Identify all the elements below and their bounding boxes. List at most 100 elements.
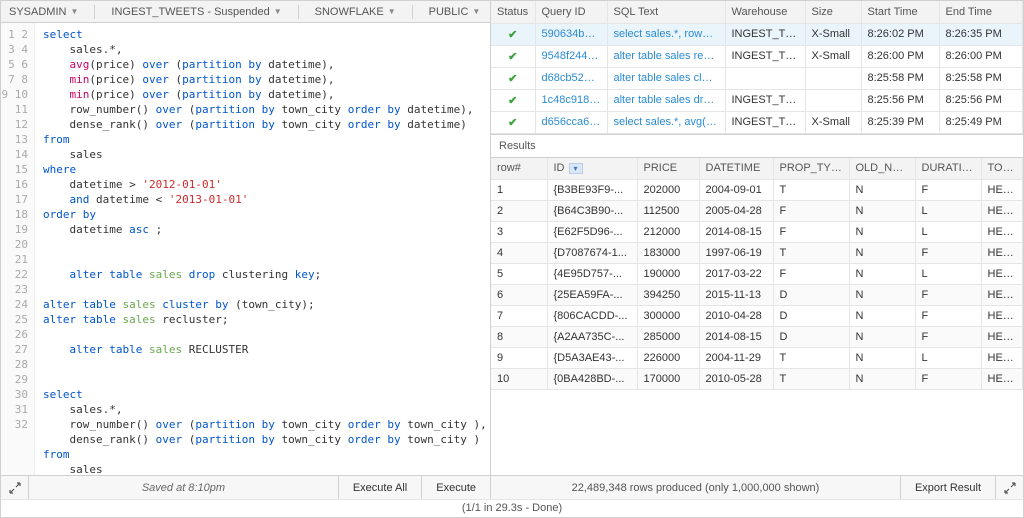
query-id-link[interactable]: 590634be-... <box>535 23 607 45</box>
export-result-button[interactable]: Export Result <box>900 476 995 499</box>
history-header[interactable]: End Time <box>939 1 1023 23</box>
cell-town: HENL <box>981 180 1023 201</box>
history-header[interactable]: Warehouse <box>725 1 805 23</box>
execute-button[interactable]: Execute <box>421 476 490 499</box>
history-end: 8:25:58 PM <box>939 67 1023 89</box>
history-row[interactable]: ✔d68cb52d-f...alter table sales cluste..… <box>491 67 1023 89</box>
results-header[interactable]: TOWN <box>981 158 1023 180</box>
cell-town: HENL <box>981 348 1023 369</box>
sql-text-link[interactable]: select sales.*, row_nu... <box>607 23 725 45</box>
history-size: X-Small <box>805 23 861 45</box>
history-warehouse: INGEST_TW... <box>725 111 805 133</box>
cell-id: {D7087674-1... <box>547 243 637 264</box>
history-row[interactable]: ✔9548f244-e...alter table sales reclus..… <box>491 45 1023 67</box>
results-header[interactable]: ID▾ <box>547 158 637 180</box>
cell-town: HENL <box>981 285 1023 306</box>
cell-proptype: D <box>773 306 849 327</box>
sql-text-link[interactable]: alter table sales drop c... <box>607 89 725 111</box>
results-header[interactable]: PROP_TYPE <box>773 158 849 180</box>
caret-down-icon: ▼ <box>274 7 282 16</box>
results-row[interactable]: 1{B3BE93F9-...2020002004-09-01TNFHENL <box>491 180 1023 201</box>
line-gutter: 1 2 3 4 5 6 7 8 9 10 11 12 13 14 15 16 1… <box>1 23 35 475</box>
schema-picker[interactable]: PUBLIC▼ <box>429 6 481 18</box>
history-table: StatusQuery IDSQL TextWarehouseSizeStart… <box>491 1 1023 134</box>
cell-town: HENL <box>981 369 1023 390</box>
editor-footer: Saved at 8:10pm Execute All Execute <box>1 475 490 499</box>
role-picker[interactable]: SYSADMIN▼ <box>9 6 78 18</box>
history-end: 8:25:56 PM <box>939 89 1023 111</box>
results-table: row#ID▾PRICEDATETIMEPROP_TYPEOLD_NEWDURA… <box>491 158 1023 391</box>
query-id-link[interactable]: d68cb52d-f... <box>535 67 607 89</box>
cell-oldnew: N <box>849 369 915 390</box>
status-line: (1/1 in 29.3s - Done) <box>1 499 1023 517</box>
results-header[interactable]: PRICE <box>637 158 699 180</box>
warehouse-picker[interactable]: INGEST_TWEETS - Suspended▼ <box>111 6 281 18</box>
history-header[interactable]: SQL Text <box>607 1 725 23</box>
code-area[interactable]: select sales.*, avg(price) over (partiti… <box>35 23 490 475</box>
results-header[interactable]: DURATION <box>915 158 981 180</box>
cell-oldnew: N <box>849 348 915 369</box>
results-header[interactable]: OLD_NEW <box>849 158 915 180</box>
cell-id: {4E95D757-... <box>547 264 637 285</box>
cell-oldnew: N <box>849 285 915 306</box>
cell-datetime: 2014-08-15 <box>699 222 773 243</box>
sql-text-link[interactable]: alter table sales reclus... <box>607 45 725 67</box>
results-row[interactable]: 9{D5A3AE43-...2260002004-11-29TNLHENL <box>491 348 1023 369</box>
sql-text-link[interactable]: alter table sales cluste... <box>607 67 725 89</box>
query-id-link[interactable]: 1c48c918-... <box>535 89 607 111</box>
cell-proptype: T <box>773 243 849 264</box>
cell-duration: F <box>915 243 981 264</box>
results-row[interactable]: 2{B64C3B90-...1125002005-04-28FNLHENL <box>491 201 1023 222</box>
history-start: 8:26:02 PM <box>861 23 939 45</box>
history-header[interactable]: Query ID <box>535 1 607 23</box>
results-row[interactable]: 6{25EA59FA-...3942502015-11-13DNFHENL <box>491 285 1023 306</box>
results-row[interactable]: 5{4E95D757-...1900002017-03-22FNLHENL <box>491 264 1023 285</box>
results-header[interactable]: row# <box>491 158 547 180</box>
results-row[interactable]: 3{E62F5D96-...2120002014-08-15FNLHENL <box>491 222 1023 243</box>
query-id-link[interactable]: 9548f244-e... <box>535 45 607 67</box>
expand-editor-button[interactable] <box>1 476 29 499</box>
results-row[interactable]: 7{806CACDD-...3000002010-04-28DNFHENL <box>491 306 1023 327</box>
cell-id: {806CACDD-... <box>547 306 637 327</box>
cell-rownum: 2 <box>491 201 547 222</box>
cell-price: 202000 <box>637 180 699 201</box>
status-ok-icon: ✔ <box>497 94 529 107</box>
history-header[interactable]: Start Time <box>861 1 939 23</box>
cell-duration: F <box>915 369 981 390</box>
cell-proptype: F <box>773 201 849 222</box>
cell-price: 212000 <box>637 222 699 243</box>
left-pane: SYSADMIN▼ INGEST_TWEETS - Suspended▼ SNO… <box>1 1 491 499</box>
sort-indicator-icon: ▾ <box>569 163 583 174</box>
history-header[interactable]: Status <box>491 1 535 23</box>
history-row[interactable]: ✔ d656cca6-...select sales.*, avg(pric...… <box>491 111 1023 133</box>
cell-proptype: D <box>773 327 849 348</box>
cell-id: {D5A3AE43-... <box>547 348 637 369</box>
results-header[interactable]: DATETIME <box>699 158 773 180</box>
results-row[interactable]: 8{A2AA735C-...2850002014-08-15DNFHENL <box>491 327 1023 348</box>
caret-down-icon: ▼ <box>70 7 78 16</box>
cell-price: 285000 <box>637 327 699 348</box>
cell-datetime: 2010-05-28 <box>699 369 773 390</box>
cell-id: {E62F5D96-... <box>547 222 637 243</box>
sql-editor[interactable]: 1 2 3 4 5 6 7 8 9 10 11 12 13 14 15 16 1… <box>1 23 490 475</box>
caret-down-icon: ▼ <box>388 7 396 16</box>
sql-text-link[interactable]: select sales.*, avg(pric... <box>607 111 725 133</box>
cell-datetime: 1997-06-19 <box>699 243 773 264</box>
history-row[interactable]: ✔590634be-...select sales.*, row_nu...IN… <box>491 23 1023 45</box>
results-row[interactable]: 4{D7087674-1...1830001997-06-19TNFHENL <box>491 243 1023 264</box>
cell-rownum: 10 <box>491 369 547 390</box>
cell-town: HENL <box>981 201 1023 222</box>
history-start: 8:25:39 PM <box>861 111 939 133</box>
execute-all-button[interactable]: Execute All <box>338 476 421 499</box>
results-row[interactable]: 10{0BA428BD-...1700002010-05-28TNFHENL <box>491 369 1023 390</box>
expand-results-button[interactable] <box>995 476 1023 499</box>
query-id-link[interactable]: d656cca6-... <box>535 111 607 133</box>
cell-rownum: 3 <box>491 222 547 243</box>
history-end: 8:26:00 PM <box>939 45 1023 67</box>
database-picker[interactable]: SNOWFLAKE▼ <box>315 6 396 18</box>
status-ok-icon: ✔ <box>497 116 529 129</box>
history-row[interactable]: ✔ 1c48c918-...alter table sales drop c...… <box>491 89 1023 111</box>
history-warehouse <box>725 67 805 89</box>
rows-info: 22,489,348 rows produced (only 1,000,000… <box>491 476 900 499</box>
history-header[interactable]: Size <box>805 1 861 23</box>
